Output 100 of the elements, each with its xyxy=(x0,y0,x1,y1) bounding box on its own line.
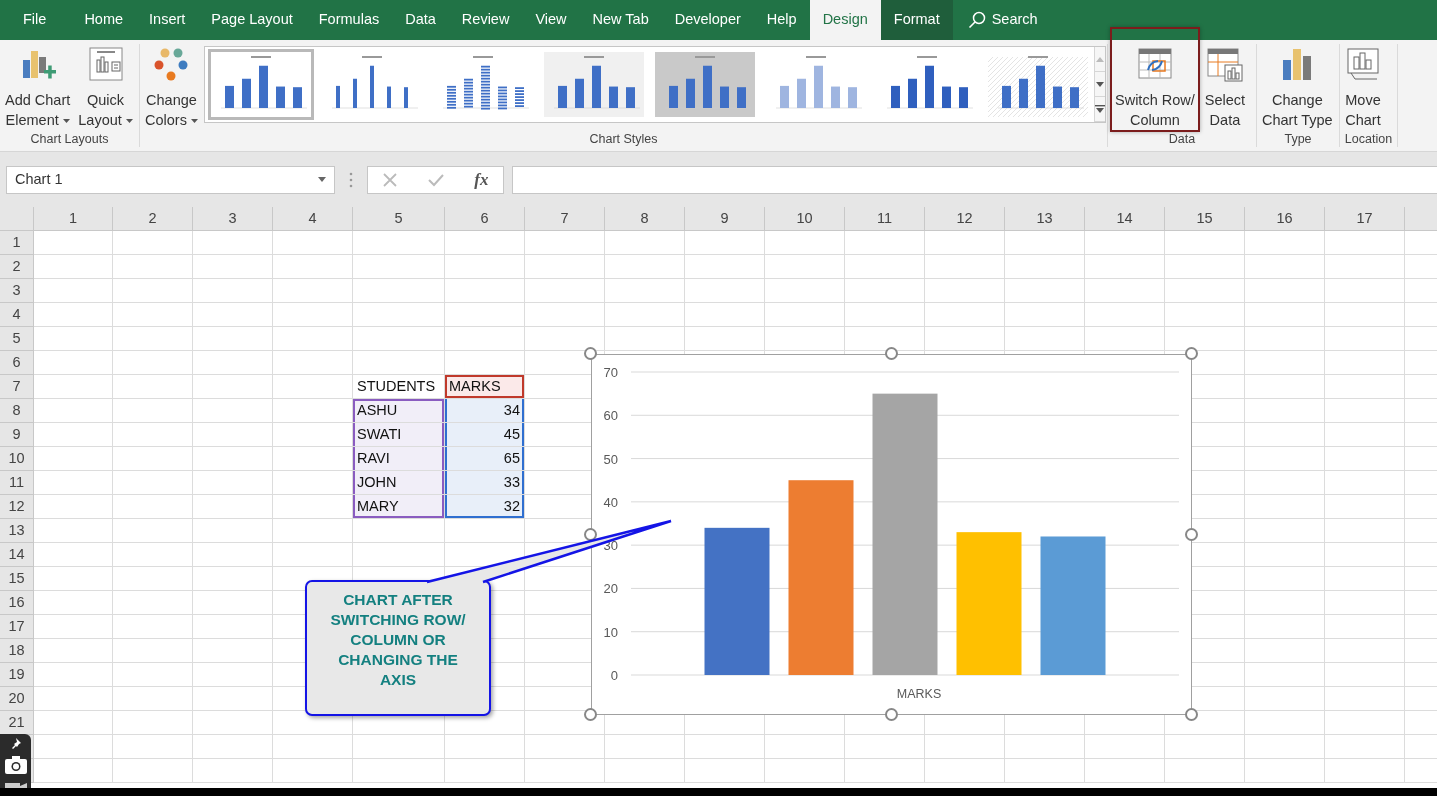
row-header[interactable]: 12 xyxy=(0,495,34,519)
ribbon-tab[interactable]: Formulas xyxy=(305,0,393,40)
row-header[interactable]: 3 xyxy=(0,279,34,303)
column-header[interactable]: 11 xyxy=(845,207,925,231)
ribbon-button[interactable]: Switch Row/ Column xyxy=(1110,27,1200,132)
ribbon-button[interactable]: Change Chart Type xyxy=(1259,44,1336,132)
ribbon-button[interactable]: Change Colors xyxy=(142,44,201,132)
ribbon-button[interactable]: Add Chart Element xyxy=(2,44,74,132)
ribbon-tab[interactable]: File xyxy=(10,0,60,40)
column-header[interactable]: 16 xyxy=(1245,207,1325,231)
row-header[interactable]: 5 xyxy=(0,327,34,351)
axis-tick-label: 20 xyxy=(603,581,618,597)
row-header[interactable]: 17 xyxy=(0,615,34,639)
ribbon-button[interactable]: Select Data xyxy=(1201,44,1249,132)
expand-icon xyxy=(1094,105,1105,113)
row-header[interactable]: 8 xyxy=(0,399,34,423)
caret-icon xyxy=(318,177,326,182)
column-header[interactable]: 17 xyxy=(1325,207,1405,231)
table-cell: 34 xyxy=(445,399,525,423)
column-header[interactable]: 6 xyxy=(445,207,525,231)
formula-input[interactable] xyxy=(512,165,1437,194)
table-cell: MARY xyxy=(353,495,445,519)
ribbon-tab[interactable]: Home xyxy=(71,0,137,40)
table-header-cell: MARKS xyxy=(445,375,525,399)
row-header[interactable]: 21 xyxy=(0,711,34,735)
row-header[interactable]: 10 xyxy=(0,447,34,471)
name-box[interactable]: Chart 1 xyxy=(6,165,335,194)
column-header[interactable]: 1 xyxy=(34,207,113,231)
table-cell: SWATI xyxy=(353,423,445,447)
bar[interactable] xyxy=(704,527,770,675)
column-header[interactable]: 5 xyxy=(353,207,445,231)
ribbon-tab[interactable]: Data xyxy=(392,0,449,40)
row-header[interactable]: 9 xyxy=(0,423,34,447)
color-dots-icon xyxy=(153,46,190,82)
search-box[interactable]: Search xyxy=(954,0,1051,40)
ribbon-tab[interactable]: Insert xyxy=(136,0,199,40)
insert-function-button[interactable]: fx xyxy=(474,166,489,193)
ribbon-tab[interactable]: Help xyxy=(753,0,810,40)
row-header[interactable]: 2 xyxy=(0,255,34,279)
ribbon-tab[interactable]: View xyxy=(522,0,580,40)
row-header[interactable]: 4 xyxy=(0,303,34,327)
column-header[interactable]: 13 xyxy=(1005,207,1085,231)
column-header[interactable]: 10 xyxy=(765,207,845,231)
scroll-down-button[interactable] xyxy=(1094,72,1105,97)
row-header[interactable]: 1 xyxy=(0,231,34,255)
row-header[interactable]: 16 xyxy=(0,591,34,615)
ribbon-tab[interactable]: Page Layout xyxy=(198,0,306,40)
axis-tick-label: 40 xyxy=(603,494,618,510)
column-header[interactable]: 4 xyxy=(273,207,353,231)
camera-icon[interactable] xyxy=(3,755,28,775)
row-header[interactable]: 18 xyxy=(0,639,34,663)
column-header[interactable]: 7 xyxy=(525,207,605,231)
row-header[interactable]: 19 xyxy=(0,663,34,687)
row-header[interactable]: 15 xyxy=(0,567,34,591)
ribbon-button[interactable]: Move Chart xyxy=(1342,44,1384,132)
table-cell: ASHU xyxy=(353,399,445,423)
table-cell: 65 xyxy=(445,447,525,471)
callout-text: CHART AFTER SWITCHING ROW/ COLUMN OR CHANGING THE AXIS xyxy=(305,580,491,716)
video-icon[interactable] xyxy=(3,781,28,788)
cancel-icon[interactable] xyxy=(382,171,399,188)
axis-label: MARKS xyxy=(896,687,942,701)
ribbon-tab[interactable]: Format xyxy=(880,0,953,40)
row-header[interactable]: 11 xyxy=(0,471,34,495)
search-icon xyxy=(967,11,986,29)
bar[interactable] xyxy=(1040,536,1106,675)
axis-tick-label: 0 xyxy=(610,668,618,683)
row-header[interactable]: 6 xyxy=(0,351,34,375)
table-cell: JOHN xyxy=(353,471,445,495)
chart-style-thumbnail[interactable] xyxy=(207,49,314,120)
row-header[interactable]: 14 xyxy=(0,543,34,567)
ribbon-button[interactable]: Quick Layout xyxy=(75,44,136,132)
table-chart-icon xyxy=(1206,46,1243,82)
resize-handle[interactable] xyxy=(584,347,597,360)
ribbon-tab[interactable]: Developer xyxy=(661,0,754,40)
group-label: Chart Styles xyxy=(588,132,659,147)
group-label: Location xyxy=(1343,132,1394,147)
row-header[interactable]: 7 xyxy=(0,375,34,399)
drag-handle-icon[interactable] xyxy=(349,171,353,188)
column-header[interactable]: 15 xyxy=(1165,207,1245,231)
axis-tick-label: 10 xyxy=(603,624,618,640)
table-cell: 45 xyxy=(445,423,525,447)
axis-tick-label: 50 xyxy=(603,451,618,467)
column-header[interactable]: 14 xyxy=(1085,207,1165,231)
column-header[interactable]: 12 xyxy=(925,207,1005,231)
resize-handle[interactable] xyxy=(584,708,597,721)
column-header[interactable]: 2 xyxy=(113,207,193,231)
column-header[interactable]: 8 xyxy=(605,207,685,231)
resize-handle[interactable] xyxy=(1185,708,1198,721)
row-header[interactable]: 20 xyxy=(0,687,34,711)
column-header[interactable]: 3 xyxy=(193,207,273,231)
column-header[interactable]: 9 xyxy=(685,207,765,231)
group-label: Data xyxy=(1167,132,1197,147)
row-header[interactable]: 13 xyxy=(0,519,34,543)
ribbon-tab[interactable]: Design xyxy=(809,0,881,40)
more-button[interactable] xyxy=(1094,97,1105,122)
ribbon-tab[interactable]: Review xyxy=(448,0,523,40)
axis-tick-label: 60 xyxy=(603,408,618,424)
switch-arrows-icon xyxy=(1136,46,1173,82)
ribbon-tab[interactable]: New Tab xyxy=(579,0,662,40)
resize-handle[interactable] xyxy=(1185,347,1198,360)
